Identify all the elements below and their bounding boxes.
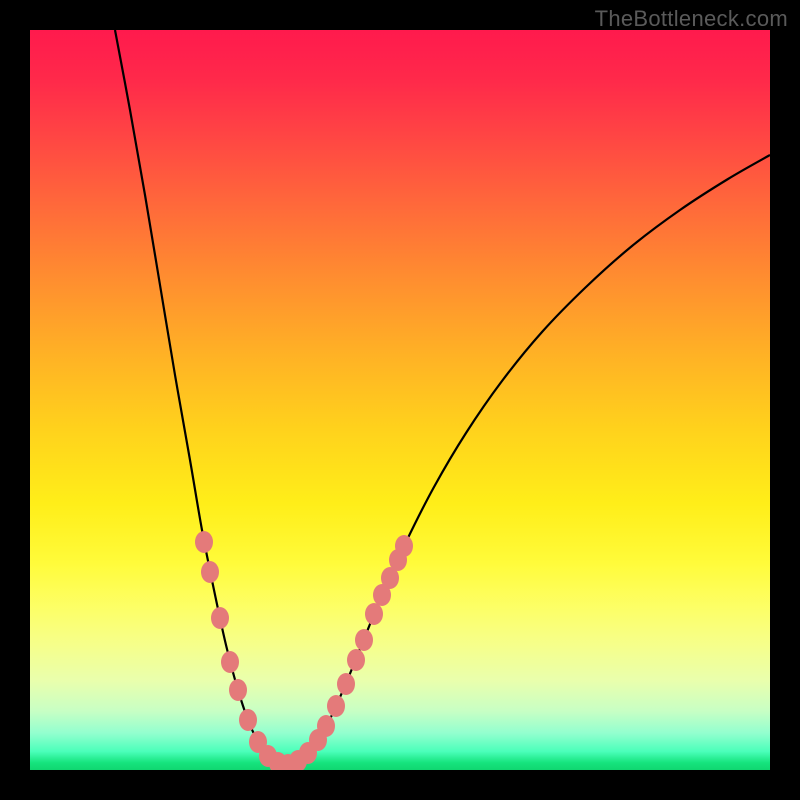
curve-marker	[221, 651, 239, 673]
curve-left-branch	[115, 30, 286, 765]
curve-marker	[337, 673, 355, 695]
curve-right-branch	[286, 155, 770, 765]
chart-svg	[30, 30, 770, 770]
curve-marker	[327, 695, 345, 717]
outer-frame: TheBottleneck.com	[0, 0, 800, 800]
plot-area	[30, 30, 770, 770]
curve-marker	[395, 535, 413, 557]
curve-marker	[355, 629, 373, 651]
curve-marker	[347, 649, 365, 671]
watermark-text: TheBottleneck.com	[595, 6, 788, 32]
curve-marker	[239, 709, 257, 731]
curve-marker	[229, 679, 247, 701]
curve-marker	[201, 561, 219, 583]
curve-marker	[195, 531, 213, 553]
curve-marker	[211, 607, 229, 629]
curve-marker	[365, 603, 383, 625]
curve-marker	[317, 715, 335, 737]
